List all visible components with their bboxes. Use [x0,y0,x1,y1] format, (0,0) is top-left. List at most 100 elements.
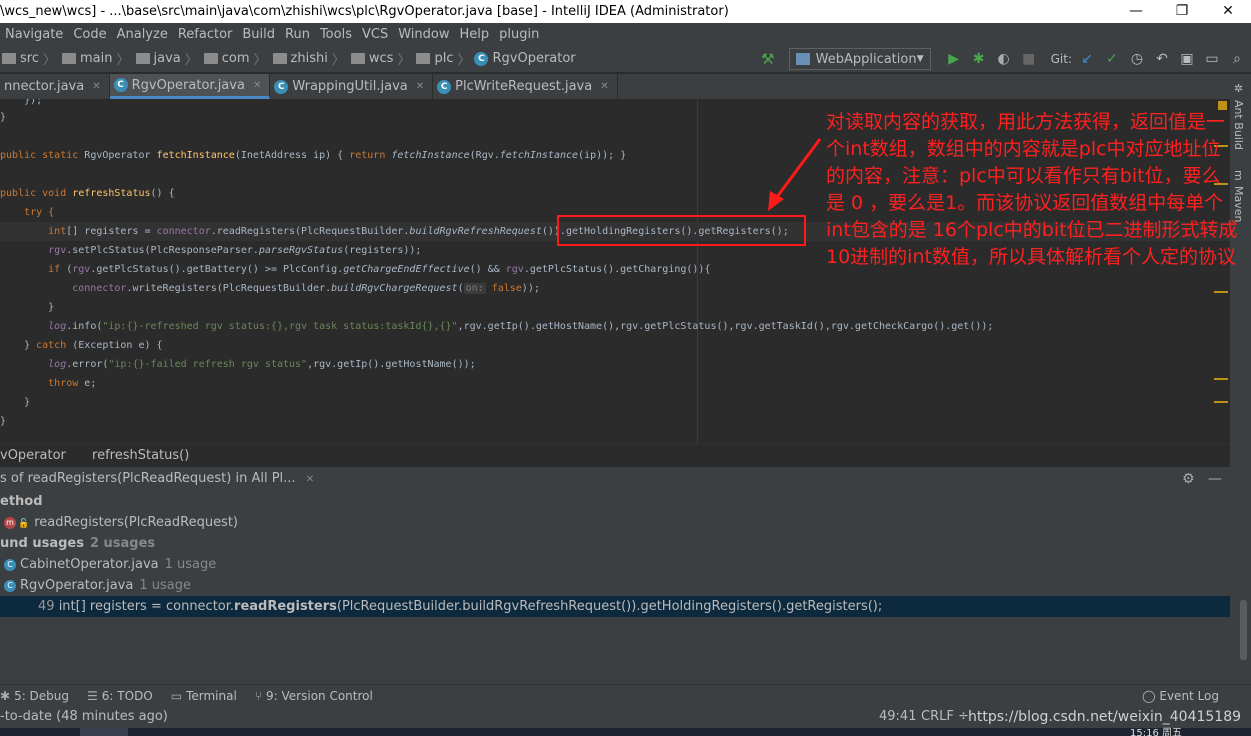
find-close-tab-icon[interactable]: ✕ [306,474,314,485]
folder-icon [203,53,218,64]
menu-window[interactable]: Window [393,27,454,42]
todo-tool-button[interactable]: ☰ 6: TODO [87,689,153,703]
tree-node-file-rgv[interactable]: C RgvOperator.java 1 usage [4,575,191,596]
code-line: connector.writeRegisters(PlcRequestBuild… [72,283,540,294]
git-history-icon[interactable]: ◷ [1126,51,1148,67]
chevron-right-icon: 〉 [397,53,411,68]
vcs-icon: ⑂ [254,688,263,703]
debug-tool-button[interactable]: ✱ 5: Debug [0,689,69,703]
tool-window-bar: ✱ 5: Debug ☰ 6: TODO ▭ Terminal ⑂ 9: Version… [0,684,1251,706]
chevron-right-icon: 〉 [184,53,198,68]
breadcrumb-zhishi[interactable]: zhishi 〉 [271,49,345,68]
tree-node-found-usages[interactable]: und usages 2 usages [0,533,155,554]
stop-icon[interactable]: ■ [1018,51,1040,67]
version-control-tool-button[interactable]: ⑂ 9: Version Control [255,689,373,703]
tree-node-method-item[interactable]: m 🔓 readRegisters(PlcReadRequest) [4,512,238,533]
folder-icon [62,53,76,64]
menu-analyze[interactable]: Analyze [112,27,173,42]
class-icon: C [437,79,452,94]
git-commit-icon[interactable]: ✓ [1101,51,1123,67]
menu-build[interactable]: Build [237,27,280,42]
find-usages-title: s of readRegisters(PlcReadRequest) in Al… [0,471,296,486]
folder-icon [272,53,287,64]
code-line: } catch (Exception e) { [0,340,163,351]
chevron-down-icon: ▼ [916,54,924,64]
status-message: -to-date (48 minutes ago) [0,709,168,724]
warning-marker[interactable] [1214,401,1228,403]
menu-help[interactable]: Help [454,27,494,42]
folder-icon [350,53,365,64]
close-button[interactable]: ✕ [1205,0,1251,23]
class-icon: C [113,78,128,92]
terminal-tool-button[interactable]: ▭ Terminal [171,689,237,703]
close-tab-icon[interactable]: ✕ [253,80,261,91]
ant-icon: ✲ [1232,82,1245,95]
code-line: try { [0,207,55,218]
search-icon[interactable]: ⌕ [1226,51,1248,67]
breadcrumb-com[interactable]: com 〉 [202,49,267,68]
editor-tabs: nnector.java ✕ C RgvOperator.java ✕ C Wrappi… [0,74,1230,99]
editor-breadcrumb: vOperator refreshStatus() [0,444,1230,466]
taskbar-clock: 15:16 周五 [1130,728,1182,736]
tab-plcwriterequest[interactable]: C PlcWriteRequest.java ✕ [433,74,618,99]
close-tab-icon[interactable]: ✕ [600,81,608,92]
close-tab-icon[interactable]: ✕ [416,81,424,92]
tree-node-file-cabinet[interactable]: C CabinetOperator.java 1 usage [4,554,216,575]
code-line: public void refreshStatus() { [0,188,175,199]
breadcrumb-main[interactable]: main 〉 [60,49,130,68]
line-separator[interactable]: CRLF ÷ [921,706,969,728]
taskbar-app[interactable] [80,728,128,736]
folder-icon [135,53,150,64]
class-icon: C [274,79,289,94]
warning-marker[interactable] [1214,291,1228,293]
class-icon: C [4,579,16,592]
breadcrumb-method-item[interactable]: refreshStatus() [92,448,189,463]
status-bar: -to-date (48 minutes ago) 49:41 CRLF ÷ h… [0,706,1251,728]
minimize-panel-icon[interactable]: — [1208,467,1222,491]
run-configuration-select[interactable]: WebApplication ▼ [788,48,931,70]
parameter-hint: on: [463,283,486,294]
breadcrumb-plc[interactable]: plc 〉 [414,49,470,68]
tab-rgvoperator[interactable]: C RgvOperator.java ✕ [109,74,271,99]
git-revert-icon[interactable]: ↶ [1151,51,1173,67]
breadcrumb-src[interactable]: src 〉 [0,49,56,68]
breadcrumb-java[interactable]: java 〉 [134,49,198,68]
menu-tools[interactable]: Tools [315,27,357,42]
title-bar: \wcs_new\wcs] - ...\base\src\main\java\c… [0,0,1251,23]
chevron-right-icon: 〉 [42,53,56,68]
debug-icon[interactable]: ✱ [968,51,990,67]
tree-node-method[interactable]: ethod [0,491,43,512]
usage-row-selected[interactable]: 49 int[] registers = connector.readRegis… [0,596,1230,617]
run-icon[interactable]: ▶ [943,51,965,67]
git-label: Git: [1050,52,1072,66]
minimize-button[interactable]: — [1113,0,1159,23]
menu-vcs[interactable]: VCS [357,27,393,42]
menu-refactor[interactable]: Refactor [173,27,238,42]
menu-navigate[interactable]: Navigate [0,27,68,42]
menu-run[interactable]: Run [280,27,315,42]
breadcrumb-class[interactable]: C RgvOperator [474,51,576,66]
caret-position[interactable]: 49:41 [879,706,916,728]
build-hammer-icon[interactable]: ⚒ [761,50,774,68]
coverage-icon[interactable]: ◐ [993,51,1015,67]
watermark: https://blog.csdn.net/weixin_40415189 [968,709,1242,725]
event-log-button[interactable]: ◯ Event Log [1142,685,1219,707]
chevron-right-icon: 〉 [457,53,471,68]
menu-code[interactable]: Code [68,27,111,42]
breadcrumb-class-item[interactable]: vOperator [0,448,66,463]
gear-icon[interactable]: ⚙ [1182,467,1195,491]
chevron-right-icon: 〉 [331,53,345,68]
event-log-icon: ◯ [1142,689,1160,703]
git-update-icon[interactable]: ↙ [1076,51,1098,67]
tab-wrappingutil[interactable]: C WrappingUtil.java ✕ [270,74,434,99]
find-panel-scrollbar[interactable] [1240,600,1247,660]
maximize-button[interactable]: ❐ [1159,0,1205,23]
menu-plugin[interactable]: plugin [494,27,544,42]
project-structure-icon[interactable]: ▣ [1176,51,1198,67]
presentation-icon[interactable]: ▭ [1201,51,1223,67]
close-tab-icon[interactable]: ✕ [92,81,100,92]
warning-marker[interactable] [1214,378,1228,380]
breadcrumb-wcs[interactable]: wcs 〉 [349,49,411,68]
class-icon: C [4,558,16,571]
tab-connector[interactable]: nnector.java ✕ [0,74,110,99]
